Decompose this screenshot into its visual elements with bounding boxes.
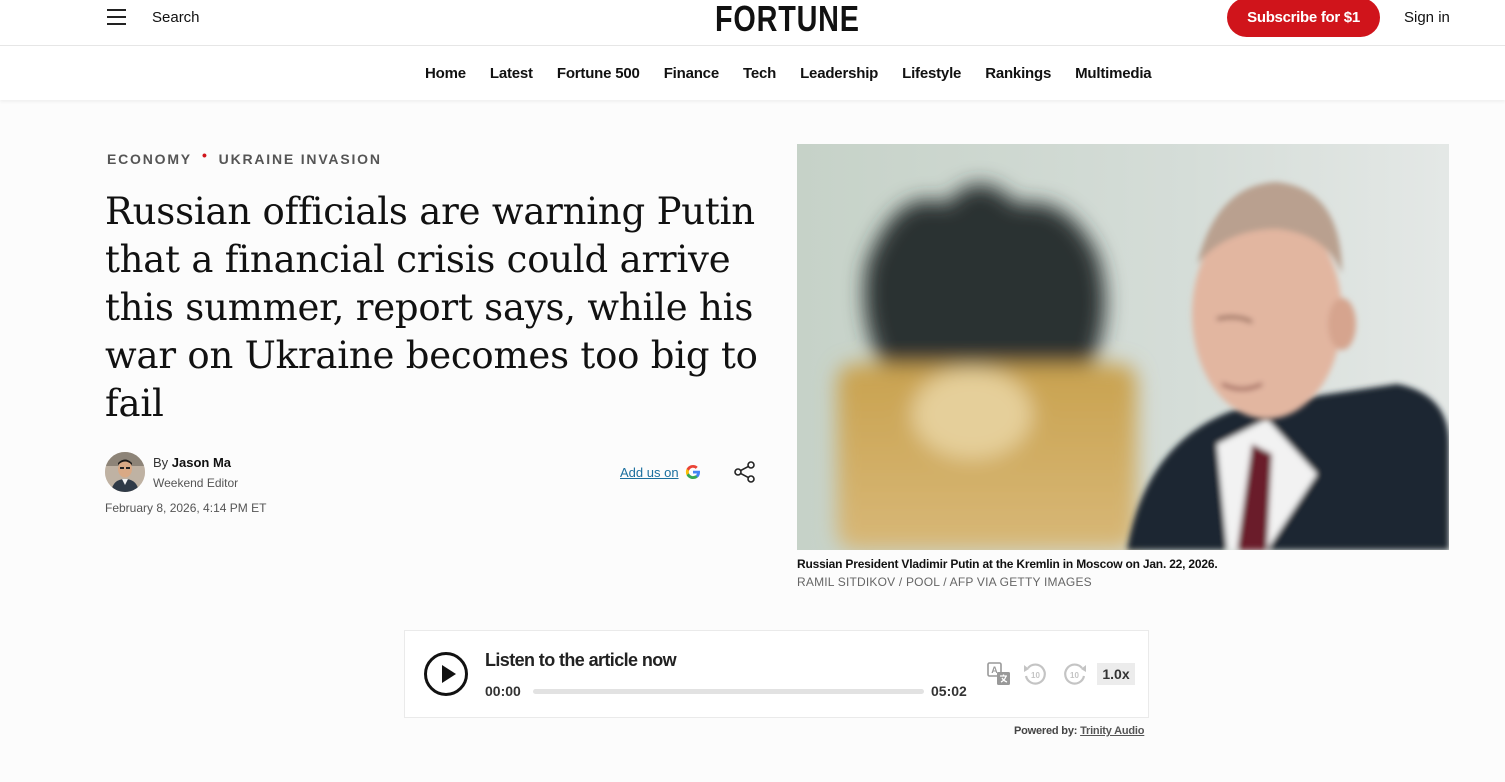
category-economy[interactable]: ECONOMY (107, 151, 192, 167)
trinity-audio-link[interactable]: Trinity Audio (1080, 725, 1144, 737)
fortune-logo[interactable]: FORTUNE (715, 0, 859, 40)
subscribe-button[interactable]: Subscribe for $1 (1227, 0, 1380, 37)
google-icon (685, 465, 700, 479)
article-categories: ECONOMY • UKRAINE INVASION (107, 147, 382, 167)
powered-by-label: Powered by: (1014, 725, 1078, 737)
translate-icon[interactable]: A (987, 662, 1011, 686)
category-ukraine-invasion[interactable]: UKRAINE INVASION (219, 151, 382, 167)
nav-item-fortune-500[interactable]: Fortune 500 (557, 65, 640, 82)
author-role: Weekend Editor (153, 476, 239, 490)
rewind-10-icon[interactable]: 10 (1022, 661, 1048, 687)
share-icon[interactable] (734, 461, 756, 483)
nav-item-rankings[interactable]: Rankings (985, 65, 1051, 82)
category-separator: • (201, 147, 209, 163)
nav-item-tech[interactable]: Tech (743, 65, 776, 82)
image-credit: RAMIL SITDIKOV / POOL / AFP VIA GETTY IM… (797, 575, 1092, 589)
audio-current-time: 00:00 (485, 683, 521, 699)
powered-by: Powered by: Trinity Audio (1014, 725, 1144, 737)
article-headline: Russian officials are warning Putin that… (105, 190, 758, 425)
nav-item-multimedia[interactable]: Multimedia (1075, 65, 1152, 82)
image-caption: Russian President Vladimir Putin at the … (797, 557, 1218, 571)
rewind-10-label: 10 (1031, 671, 1040, 680)
play-button[interactable] (424, 652, 468, 696)
nav-item-latest[interactable]: Latest (490, 65, 533, 82)
byline-prefix: By (153, 455, 169, 470)
audio-total-time: 05:02 (931, 683, 967, 699)
forward-10-icon[interactable]: 10 (1062, 661, 1088, 687)
hero-image (797, 144, 1449, 550)
author-name[interactable]: Jason Ma (172, 455, 231, 470)
nav-items: Home Latest Fortune 500 Finance Tech Lea… (425, 65, 1175, 82)
nav-item-finance[interactable]: Finance (664, 65, 719, 82)
search-link[interactable]: Search (152, 9, 200, 26)
menu-icon[interactable] (107, 9, 127, 25)
author-avatar[interactable] (105, 452, 145, 492)
byline: By Jason Ma (153, 455, 231, 470)
sign-in-link[interactable]: Sign in (1404, 9, 1450, 26)
nav-item-home[interactable]: Home (425, 65, 466, 82)
playback-speed-button[interactable]: 1.0x (1097, 663, 1135, 685)
audio-progress-bar[interactable] (533, 689, 924, 694)
nav-item-lifestyle[interactable]: Lifestyle (902, 65, 961, 82)
add-us-label: Add us on (620, 464, 679, 480)
nav-item-leadership[interactable]: Leadership (800, 65, 878, 82)
forward-10-label: 10 (1070, 671, 1079, 680)
audio-player: Listen to the article now 00:00 05:02 A … (404, 630, 1149, 718)
audio-player-title: Listen to the article now (485, 650, 677, 670)
top-bar: Search FORTUNE Subscribe for $1 Sign in (0, 0, 1505, 46)
add-us-on-google-link[interactable]: Add us on (620, 464, 701, 480)
main-nav: Home Latest Fortune 500 Finance Tech Lea… (0, 46, 1505, 100)
publish-date: February 8, 2026, 4:14 PM ET (105, 501, 267, 515)
